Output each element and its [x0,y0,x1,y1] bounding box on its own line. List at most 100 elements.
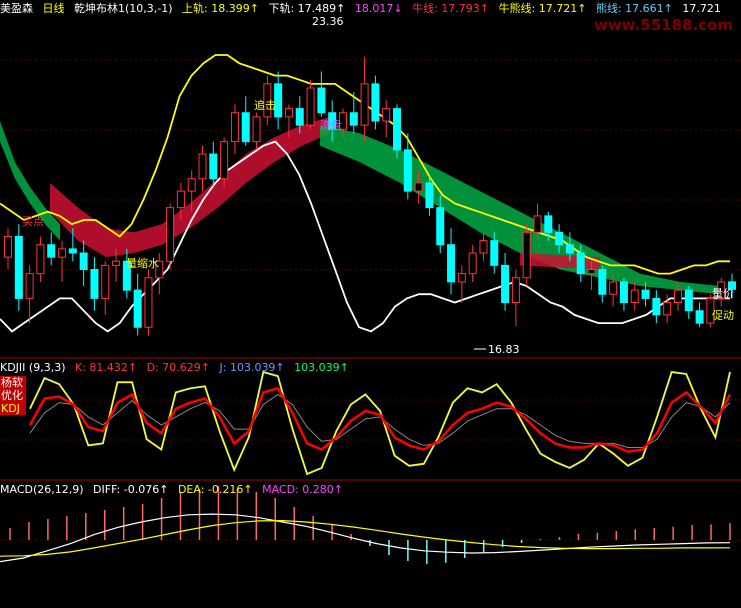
candle-body [68,248,77,254]
candle-body [565,244,574,254]
watermark: www.55188.com [593,16,733,34]
price-header: 美盈森 日线 乾坤布林1(10,3,-1) 上轨: 18.399↑ 下轨: 17… [0,2,727,16]
candle-body [371,83,380,122]
candle-body [252,116,261,143]
upper-band-value: 上轨: 18.399↑ [182,2,259,15]
candle-body [58,248,67,258]
candle-body [393,108,402,151]
kdj-d-value: D: 70.629↑ [146,361,210,374]
candle-body [663,302,672,316]
kdj-title: KDJII (9,3,3) [0,361,66,374]
candle-body [220,141,229,180]
candle-body [209,153,218,180]
chase-label: 追击 [254,99,276,112]
candle-body [598,269,607,295]
candle-body [284,108,293,118]
candle-body [630,289,639,303]
candle-body [490,240,499,266]
candle-body [501,264,510,303]
macd-title: MACD(26,12,9) [0,483,84,496]
chart-stage: 美盈森 日线 乾坤布林1(10,3,-1) 上轨: 18.399↑ 下轨: 17… [0,0,741,604]
kdj-k-value: K: 81.432↑ [74,361,138,374]
high-label: 23.36 [312,15,344,28]
candle-body [14,236,23,299]
candle-body [317,87,326,114]
candle-body [436,207,445,246]
push-label: 促动 [712,309,734,322]
candle-body [403,149,412,192]
candle-body [522,231,531,279]
candle-body [112,260,121,266]
candle-body [176,190,185,209]
candle-body [144,277,153,328]
lower-band-value: 下轨: 17.489↑ [268,2,346,15]
last-price: 17.721 [682,2,721,15]
candle-body [533,215,542,233]
bear-line-value: 熊线: 17.661↑ [595,2,673,15]
stock-name: 美盈森 [0,2,33,15]
candle-body [544,215,553,233]
volume-shrink-label: 量缩水 [126,257,159,270]
candle-body [133,289,142,328]
candle-body [619,281,628,303]
candle-body [47,244,56,258]
chart-svg [0,54,741,564]
kdj-k-line [28,386,732,453]
kdj-logo-line3: KDJ [0,402,26,415]
macd-dea-line [0,519,731,557]
green-band [320,125,720,295]
volume-price-label: 量价 [712,287,734,300]
macd-hist-value: MACD: 0.280↑ [262,483,343,496]
kdj-j2-value: 103.039↑ [294,361,349,374]
kdj-header: KDJII (9,3,3) K: 81.432↑ D: 70.629↑ J: 1… [0,361,355,375]
candle-body [425,182,434,209]
candle-body [90,269,99,299]
candle-body [684,289,693,312]
candle-body [230,112,239,143]
candle-body [187,178,196,192]
candle-body [4,236,12,258]
period-label: 日线 [42,2,65,15]
low-label: 16.83 [488,343,520,356]
kdj-logo-line1: 杨软 [0,376,26,389]
candle-body [457,273,466,283]
bull-line-value: 牛线: 17.793↑ [412,2,490,15]
kdj-logo-box: 杨软 优化 KDJ [0,376,26,415]
candle-body [241,112,250,143]
kdj-j-value: J: 103.039↑ [219,361,285,374]
candle-body [695,310,704,324]
macd-diff-value: DIFF: -0.076↑ [93,483,169,496]
indicator-name: 乾坤布林1(10,3,-1) [74,2,173,15]
candle-body [25,273,34,299]
candle-body [609,281,618,295]
candle-body [576,252,585,275]
candle-body [511,277,520,303]
buy-label: 买点 [22,215,44,228]
candle-body [468,252,477,275]
macd-diff-line [0,513,731,563]
macd-header: MACD(26,12,9) DIFF: -0.076↑ DEA: -0.216↑… [0,483,349,497]
bull-bear-line-value: 牛熊线: 17.721↑ [498,2,587,15]
candle-body [166,207,175,262]
candle-body [652,297,661,316]
kdj-logo-line2: 优化 [0,389,26,402]
candle-body [295,108,304,126]
candle-body [587,269,596,275]
mid-value: 18.017↓ [354,2,403,15]
candle-body [479,240,488,254]
candle-body [447,244,456,283]
candle-body [306,87,315,126]
wash-label: 洗盘 [320,119,342,132]
macd-dea-value: DEA: -0.216↑ [177,483,253,496]
candle-body [382,108,391,122]
candle-body [555,231,564,246]
candle-body [360,83,369,126]
kdj-j-line [29,370,731,476]
candle-body [641,289,650,299]
candle-body [101,264,110,299]
candle-body [349,112,358,126]
candle-body [198,153,207,180]
kdj-j-upper-line [29,371,731,476]
candle-body [414,182,423,192]
candle-body [673,289,682,303]
